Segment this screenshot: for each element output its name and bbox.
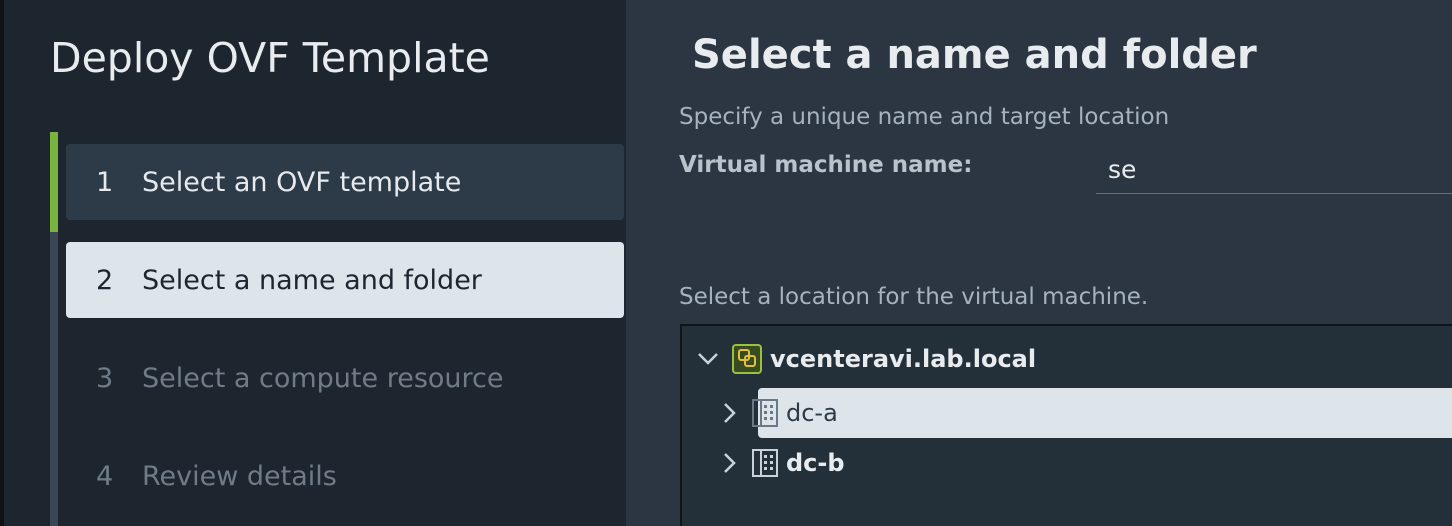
tree-node-label: dc-b (786, 449, 845, 477)
step-number: 4 (96, 460, 114, 492)
datacenter-icon (750, 448, 780, 478)
datacenter-icon (750, 398, 780, 428)
tree-node-vcenter[interactable]: vcenteravi.lab.local (696, 344, 1036, 374)
location-tree: vcenteravi.lab.local dc-a dc-b (680, 324, 1452, 526)
step-number: 3 (96, 362, 114, 394)
page-subtitle: Specify a unique name and target locatio… (679, 104, 1170, 130)
wizard-step-4: 4 Review details (66, 446, 624, 506)
wizard-title: Deploy OVF Template (50, 34, 490, 82)
chevron-down-icon[interactable] (696, 347, 720, 371)
wizard-step-1[interactable]: 1 Select an OVF template (66, 144, 624, 220)
step-label: Review details (142, 460, 337, 492)
step-label: Select a name and folder (142, 264, 482, 296)
step-number: 1 (96, 166, 114, 198)
location-label: Select a location for the virtual machin… (679, 284, 1149, 310)
wizard-step-3: 3 Select a compute resource (66, 348, 624, 408)
vcenter-icon (732, 344, 762, 374)
tree-node-dc-a[interactable]: dc-a (724, 388, 1452, 438)
step-label: Select an OVF template (142, 166, 462, 198)
tree-node-label: dc-a (786, 399, 838, 427)
wizard-nav: Deploy OVF Template 1 Select an OVF temp… (4, 0, 626, 526)
step-number: 2 (96, 264, 114, 296)
wizard-step-2[interactable]: 2 Select a name and folder (66, 242, 624, 318)
progress-track (50, 132, 58, 526)
vm-name-label: Virtual machine name: (679, 152, 973, 178)
chevron-right-icon[interactable] (718, 401, 742, 425)
page-title: Select a name and folder (692, 32, 1257, 78)
step-content: Select a name and folder Specify a uniqu… (626, 0, 1452, 526)
tree-node-label: vcenteravi.lab.local (770, 345, 1037, 373)
progress-indicator (50, 132, 58, 232)
tree-node-dc-b[interactable]: dc-b (724, 438, 1452, 488)
chevron-right-icon[interactable] (718, 451, 742, 475)
vm-name-input[interactable] (1096, 146, 1452, 194)
step-label: Select a compute resource (142, 362, 504, 394)
